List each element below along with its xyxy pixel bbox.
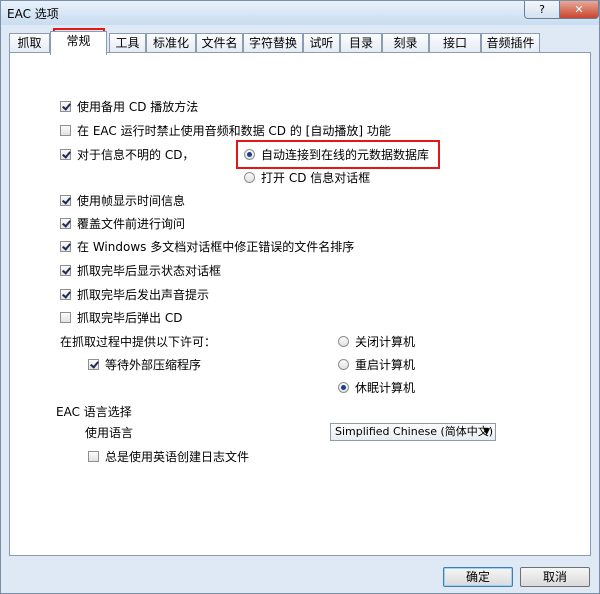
option-label: 打开 CD 信息对话框 (261, 170, 371, 185)
checkbox[interactable] (60, 240, 71, 252)
option-label: 总是使用英语创建日志文件 (105, 449, 250, 464)
checkbox[interactable] (60, 217, 71, 229)
ok-button[interactable]: 确定 (443, 567, 513, 587)
options-dialog: EAC 选项 ? ✕ 抓取 常规 工具 标准化 文件名 字符替换 试听 目录 刻… (0, 0, 600, 594)
close-button[interactable]: ✕ (559, 1, 599, 19)
radio-restart[interactable]: 重启计算机 (338, 355, 415, 373)
tab-interface[interactable]: 接口 (429, 33, 481, 53)
option-english-log[interactable]: 总是使用英语创建日志文件 (88, 447, 249, 465)
option-eject[interactable]: 抓取完毕后弹出 CD (60, 308, 182, 326)
tab-char-replace[interactable]: 字符替换 (243, 33, 303, 53)
help-button[interactable]: ? (524, 1, 560, 19)
radio-shutdown[interactable]: 关闭计算机 (338, 332, 415, 350)
option-label: 关闭计算机 (355, 334, 416, 349)
option-label: 抓取完毕后显示状态对话框 (77, 263, 222, 278)
heading-text: 在抓取过程中提供以下许可： (60, 334, 217, 349)
language-selected-value: Simplified Chinese (简体中文) (335, 425, 494, 438)
option-show-frames[interactable]: 使用帧显示时间信息 (60, 191, 185, 209)
radio-button[interactable] (338, 335, 349, 347)
tab-tools[interactable]: 工具 (109, 33, 146, 53)
radio-hibernate[interactable]: 休眠计算机 (338, 378, 415, 396)
radio-highlight-box (236, 140, 440, 169)
radio-button[interactable] (338, 381, 349, 393)
language-use-label: 使用语言 (85, 423, 133, 441)
tab-directory[interactable]: 目录 (340, 33, 382, 53)
chevron-down-icon: ▼ (483, 427, 490, 437)
checkbox[interactable] (60, 311, 71, 323)
label-text: 使用语言 (85, 425, 134, 440)
checkbox[interactable] (60, 264, 71, 276)
option-show-status[interactable]: 抓取完毕后显示状态对话框 (60, 261, 221, 279)
checkbox[interactable] (60, 194, 71, 206)
option-ask-overwrite[interactable]: 覆盖文件前进行询问 (60, 214, 185, 232)
checkbox[interactable] (60, 100, 71, 112)
option-label: 休眠计算机 (355, 380, 416, 395)
option-label: 抓取完毕后发出声音提示 (77, 287, 210, 302)
heading-text: EAC 语言选择 (56, 404, 132, 419)
option-label: 在 Windows 多文档对话框中修正错误的文件名排序 (77, 239, 355, 254)
cancel-button[interactable]: 取消 (520, 567, 590, 587)
general-tab-panel: 使用备用 CD 播放方法 在 EAC 运行时禁止使用音频和数据 CD 的 [自动… (9, 52, 591, 556)
tab-normalize[interactable]: 标准化 (146, 33, 196, 53)
checkbox[interactable] (88, 358, 99, 370)
option-label: 在 EAC 运行时禁止使用音频和数据 CD 的 [自动播放] 功能 (77, 123, 391, 138)
option-unknown-cd[interactable]: 对于信息不明的 CD， (60, 145, 194, 163)
option-label: 使用备用 CD 播放方法 (77, 99, 199, 114)
tab-burn[interactable]: 刻录 (382, 33, 429, 53)
option-use-alt-cd-playback[interactable]: 使用备用 CD 播放方法 (60, 97, 198, 115)
option-label: 抓取完毕后弹出 CD (77, 310, 183, 325)
radio-button[interactable] (338, 358, 349, 370)
window-title: EAC 选项 (7, 7, 59, 21)
language-heading: EAC 语言选择 (56, 402, 132, 420)
option-label: 覆盖文件前进行询问 (77, 216, 186, 231)
tab-rip[interactable]: 抓取 (9, 33, 50, 53)
tab-general[interactable]: 常规 (50, 31, 107, 55)
radio-button[interactable] (244, 171, 255, 183)
checkbox[interactable] (88, 450, 99, 462)
option-wait-compressor[interactable]: 等待外部压缩程序 (88, 355, 201, 373)
option-label: 等待外部压缩程序 (105, 357, 202, 372)
title-bar[interactable]: EAC 选项 ? ✕ (1, 1, 599, 25)
ripping-permissions-heading: 在抓取过程中提供以下许可： (60, 332, 216, 350)
tab-audio-plugins[interactable]: 音频插件 (481, 33, 540, 53)
option-label: 使用帧显示时间信息 (77, 193, 186, 208)
option-fix-sort[interactable]: 在 Windows 多文档对话框中修正错误的文件名排序 (60, 237, 354, 255)
radio-open-cd-info[interactable]: 打开 CD 信息对话框 (244, 168, 370, 186)
option-beep[interactable]: 抓取完毕后发出声音提示 (60, 285, 209, 303)
option-label: 重启计算机 (355, 357, 416, 372)
option-label: 对于信息不明的 CD， (77, 147, 195, 162)
language-select[interactable]: Simplified Chinese (简体中文) ▼ (330, 423, 496, 441)
checkbox[interactable] (60, 124, 71, 136)
tab-audition[interactable]: 试听 (303, 33, 340, 53)
option-disable-autoplay[interactable]: 在 EAC 运行时禁止使用音频和数据 CD 的 [自动播放] 功能 (60, 121, 391, 139)
checkbox[interactable] (60, 148, 71, 160)
tab-filename[interactable]: 文件名 (196, 33, 243, 53)
checkbox[interactable] (60, 288, 71, 300)
